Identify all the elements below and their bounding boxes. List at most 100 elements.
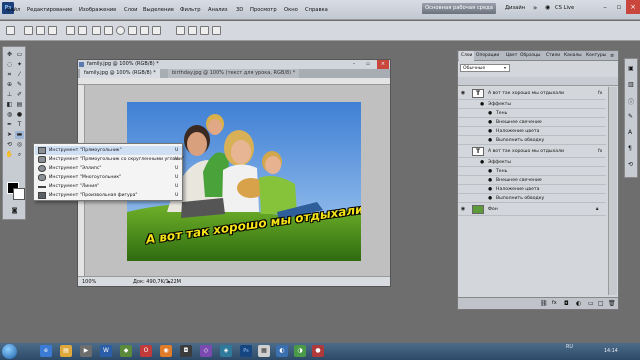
magic-wand-tool-icon[interactable]: ✦ [15,61,24,69]
type-tool-icon[interactable]: T [15,121,24,129]
tab-birthday[interactable]: birthday.jpg @ 100% (текст для урока, RG… [168,69,300,78]
workspace-button[interactable]: Основная рабочая среда [422,3,496,14]
history-icon[interactable]: ⟲ [628,161,633,168]
menu-image[interactable]: Изображение [79,0,116,20]
healing-brush-tool-icon[interactable]: ⊕ [5,81,14,89]
effects-toggle-icon[interactable]: ● [480,100,484,109]
add-mask-icon[interactable]: ◘ [564,300,569,307]
effect-visibility-icon[interactable]: ● [488,194,492,203]
layer-row[interactable]: ◉ T А вот так хорошо мы отдыхали fx [458,87,606,100]
design-workspace-link[interactable]: Дизайн [505,3,525,14]
effect-row[interactable]: ● Внешнее свечение [458,176,606,185]
zoom-tool-icon[interactable]: ⌕ [15,151,24,159]
shape-tool-preset-icon[interactable] [6,26,15,35]
3d-rotate-tool-icon[interactable]: ⟲ [5,141,14,149]
flyout-item-custom-shape[interactable]: Инструмент "Произвольная фигура" U [35,191,182,200]
document-info[interactable]: Док: 490,7K/1,22M [133,277,181,287]
effect-row[interactable]: ● Наложение цвета [458,185,606,194]
tray-clock[interactable]: 14:14 [604,348,618,355]
brush-tool-icon[interactable]: ✎ [15,81,24,89]
effect-row[interactable]: ● Тень [458,167,606,176]
photoshop-taskbar-icon[interactable]: Ps [240,345,252,357]
blur-tool-icon[interactable]: ◍ [5,111,14,119]
adjustment-layer-icon[interactable]: ◐ [576,300,581,307]
freeform-pen-icon[interactable] [78,26,87,35]
menu-layers[interactable]: Слои [124,0,137,20]
shape-tool-icon[interactable]: ▬ [15,131,24,139]
menu-edit[interactable]: Редактирование [27,0,72,20]
gradient-tool-icon[interactable]: ▤ [15,101,24,109]
add-style-icon[interactable]: fx [552,300,557,306]
menu-filter[interactable]: Фильтр [180,0,201,20]
path-selection-tool-icon[interactable]: ➤ [5,131,14,139]
horizontal-ruler[interactable] [78,78,390,85]
tab-family[interactable]: family.jpg @ 100% (RGB/8) * [80,69,160,78]
rounded-rectangle-icon[interactable] [104,26,113,35]
pen-tool-icon[interactable]: ✒ [5,121,14,129]
tab-layers[interactable]: Слои [459,51,475,61]
line-icon[interactable] [140,26,149,35]
start-button[interactable] [2,344,17,359]
effects-row[interactable]: ● Эффекты [458,100,606,109]
clone-stamp-tool-icon[interactable]: ⊥ [5,91,14,99]
app-icon[interactable]: ◇ [200,345,212,357]
cs-live-menu[interactable]: CS Live [555,3,574,14]
ellipse-icon[interactable] [116,26,125,35]
menu-select[interactable]: Выделение [143,0,174,20]
effect-visibility-icon[interactable]: ● [488,109,492,118]
menu-view[interactable]: Просмотр [250,0,277,20]
flyout-item-rectangle[interactable]: Инструмент "Прямоугольник" U [35,146,182,155]
effect-visibility-icon[interactable]: ● [488,185,492,194]
app-icon[interactable]: ◆ [120,345,132,357]
navigator-icon[interactable]: ▣ [628,65,634,72]
app-icon[interactable]: ◐ [276,345,288,357]
doc-maximize-icon[interactable]: ▫ [363,60,373,69]
marquee-tool-icon[interactable]: ▭ [15,51,24,59]
flyout-item-polygon[interactable]: Инструмент "Многоугольник" U [35,173,182,182]
menu-file[interactable]: Файл [6,0,20,20]
tray-language[interactable]: RU [566,344,573,351]
minimize-icon[interactable]: – [598,0,612,14]
effect-row[interactable]: ● Внешнее свечение [458,118,606,127]
rectangle-icon[interactable] [92,26,101,35]
tab-paths[interactable]: Контуры [584,51,608,61]
fx-icon[interactable]: fx [598,87,602,100]
status-arrow-icon[interactable]: ▸ [168,277,171,287]
media-player-icon[interactable]: ▶ [80,345,92,357]
effect-row[interactable]: ● Тень [458,109,606,118]
effect-row[interactable]: ● Выполнить обводку [458,136,606,145]
background-color-swatch[interactable] [13,188,25,200]
eraser-tool-icon[interactable]: ◧ [5,101,14,109]
close-icon[interactable]: × [626,0,640,14]
tab-actions[interactable]: Операции [474,51,501,61]
layer-row[interactable]: T А вот так хорошо мы отдыхали fx [458,145,606,158]
opera-icon[interactable]: O [140,345,152,357]
quick-mask-icon[interactable]: ◙ [10,207,19,215]
effect-visibility-icon[interactable]: ● [488,118,492,127]
camera-icon[interactable]: ◘ [180,345,192,357]
effect-visibility-icon[interactable]: ● [488,176,492,185]
eye-icon[interactable]: ◉ [460,206,466,212]
flyout-item-rounded-rectangle[interactable]: Инструмент "Прямоугольник со скругленным… [35,155,184,164]
blend-mode-select[interactable]: Обычные [460,64,510,72]
tab-channels[interactable]: Каналы [562,51,584,61]
layers-scrollbar[interactable] [608,87,617,295]
crop-tool-icon[interactable]: ⌗ [5,71,14,79]
dodge-tool-icon[interactable]: ● [15,111,24,119]
paragraph-icon[interactable]: ¶ [628,145,632,152]
effect-visibility-icon[interactable]: ● [488,127,492,136]
histogram-icon[interactable]: ▥ [628,81,634,88]
fx-icon[interactable]: fx [598,145,602,158]
tab-swatches[interactable]: Образцы [518,51,542,61]
pen-icon[interactable] [66,26,75,35]
3d-camera-tool-icon[interactable]: ◎ [15,141,24,149]
menu-help[interactable]: Справка [305,0,328,20]
layer-name[interactable]: А вот так хорошо мы отдыхали [488,145,564,158]
doc-minimize-icon[interactable]: – [349,60,359,69]
tab-styles[interactable]: Стили [544,51,562,61]
layer-name[interactable]: А вот так хорошо мы отдыхали [488,87,564,100]
effects-row[interactable]: ● Эффекты [458,158,606,167]
menu-analysis[interactable]: Анализ [208,0,228,20]
custom-shape-icon[interactable] [152,26,161,35]
effect-visibility-icon[interactable]: ● [488,167,492,176]
